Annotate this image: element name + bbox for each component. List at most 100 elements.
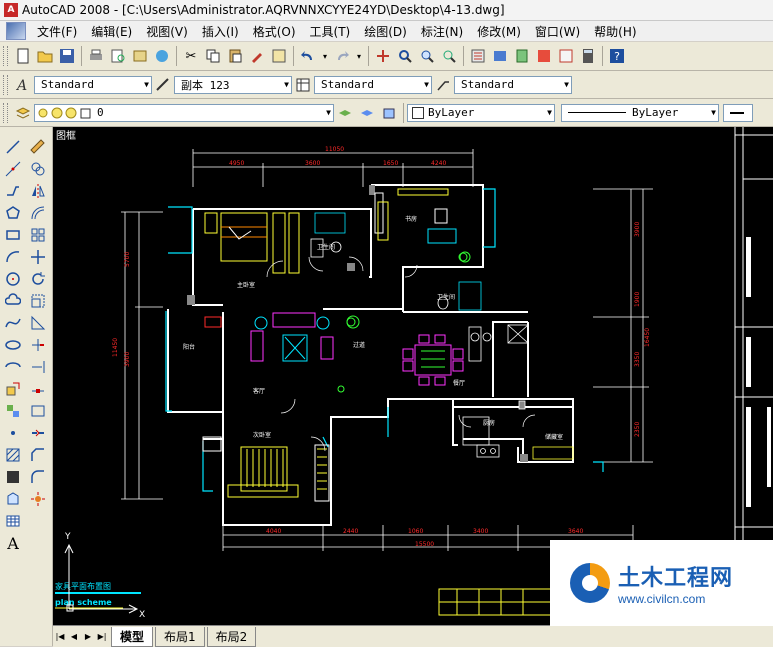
ellipse-arc-icon[interactable]	[2, 357, 24, 377]
menu-dimension[interactable]: 标注(N)	[414, 23, 470, 40]
move-icon[interactable]	[27, 247, 49, 267]
layer-previous-icon[interactable]	[357, 103, 377, 123]
3d-dwf-icon[interactable]	[152, 46, 172, 66]
layer-states-icon[interactable]	[379, 103, 399, 123]
markup-set-manager-icon[interactable]	[556, 46, 576, 66]
layer-select[interactable]: 0 ▼	[34, 103, 334, 122]
table-style-icon[interactable]	[293, 75, 313, 95]
toolbar-grip[interactable]	[3, 46, 8, 66]
document-icon[interactable]	[6, 22, 26, 40]
ellipse-icon[interactable]	[2, 335, 24, 355]
zoom-previous-icon[interactable]	[439, 46, 459, 66]
table-icon[interactable]	[2, 511, 24, 531]
zoom-window-icon[interactable]	[417, 46, 437, 66]
spline-icon[interactable]	[2, 313, 24, 333]
redo-icon[interactable]	[332, 46, 352, 66]
publish-icon[interactable]	[130, 46, 150, 66]
tab-model[interactable]: 模型	[111, 626, 154, 647]
rotate-icon[interactable]	[27, 269, 49, 289]
toolbar-grip[interactable]	[3, 102, 8, 123]
mirror-icon[interactable]	[27, 181, 49, 201]
polyline-icon[interactable]	[2, 181, 24, 201]
tab-layout1[interactable]: 布局1	[155, 626, 205, 647]
undo-icon[interactable]	[298, 46, 318, 66]
print-preview-icon[interactable]	[108, 46, 128, 66]
calculator-icon[interactable]	[578, 46, 598, 66]
chamfer-icon[interactable]	[27, 445, 49, 465]
multileader-style-select[interactable]: Standard ▼	[454, 75, 572, 94]
scale-icon[interactable]	[27, 291, 49, 311]
block-editor-icon[interactable]	[269, 46, 289, 66]
redo-dropdown-icon[interactable]: ▾	[354, 46, 364, 66]
layer-manager-icon[interactable]	[13, 103, 33, 123]
menu-tools[interactable]: 工具(T)	[303, 23, 358, 40]
gradient-icon[interactable]	[2, 467, 24, 487]
menu-edit[interactable]: 编辑(E)	[84, 23, 139, 40]
make-object-layer-current-icon[interactable]	[335, 103, 355, 123]
menu-help[interactable]: 帮助(H)	[587, 23, 643, 40]
dimension-style-icon[interactable]	[153, 75, 173, 95]
menu-insert[interactable]: 插入(I)	[195, 23, 246, 40]
multileader-style-icon[interactable]	[433, 75, 453, 95]
dimension-style-select[interactable]: 副本 123 ▼	[174, 75, 292, 94]
menu-view[interactable]: 视图(V)	[139, 23, 195, 40]
menu-window[interactable]: 窗口(W)	[528, 23, 587, 40]
point-icon[interactable]	[2, 423, 24, 443]
sheet-set-manager-icon[interactable]	[534, 46, 554, 66]
copy-object-icon[interactable]	[27, 159, 49, 179]
print-icon[interactable]	[86, 46, 106, 66]
break-at-point-icon[interactable]	[27, 379, 49, 399]
text-style-select[interactable]: Standard ▼	[34, 75, 152, 94]
menu-draw[interactable]: 绘图(D)	[357, 23, 414, 40]
color-control-select[interactable]: ByLayer ▼	[407, 103, 555, 122]
fillet-icon[interactable]	[27, 467, 49, 487]
copy-icon[interactable]	[203, 46, 223, 66]
menu-format[interactable]: 格式(O)	[246, 23, 303, 40]
cut-icon[interactable]: ✂	[181, 46, 201, 66]
menu-modify[interactable]: 修改(M)	[470, 23, 528, 40]
match-properties-icon[interactable]	[247, 46, 267, 66]
autocad-app-icon[interactable]: A	[4, 3, 18, 17]
rectangle-icon[interactable]	[2, 225, 24, 245]
toolbar-grip[interactable]	[3, 74, 8, 95]
last-tab-icon[interactable]: ▶|	[96, 630, 108, 644]
erase-icon[interactable]	[27, 137, 49, 157]
line-icon[interactable]	[2, 137, 24, 157]
tool-palettes-icon[interactable]	[512, 46, 532, 66]
multiline-text-icon[interactable]: A	[2, 533, 24, 553]
arc-icon[interactable]	[2, 247, 24, 267]
design-center-icon[interactable]	[490, 46, 510, 66]
properties-icon[interactable]	[468, 46, 488, 66]
extend-icon[interactable]	[27, 357, 49, 377]
first-tab-icon[interactable]: |◀	[54, 630, 66, 644]
offset-icon[interactable]	[27, 203, 49, 223]
tab-layout2[interactable]: 布局2	[206, 626, 257, 647]
make-block-icon[interactable]	[2, 401, 24, 421]
help-icon[interactable]: ?	[607, 46, 627, 66]
previous-tab-icon[interactable]: ◀	[68, 630, 80, 644]
undo-dropdown-icon[interactable]: ▾	[320, 46, 330, 66]
break-icon[interactable]	[27, 401, 49, 421]
new-file-icon[interactable]	[13, 46, 33, 66]
explode-icon[interactable]	[27, 489, 49, 509]
paste-icon[interactable]	[225, 46, 245, 66]
open-folder-icon[interactable]	[35, 46, 55, 66]
zoom-realtime-icon[interactable]	[395, 46, 415, 66]
circle-icon[interactable]	[2, 269, 24, 289]
pan-icon[interactable]	[373, 46, 393, 66]
join-icon[interactable]	[27, 423, 49, 443]
array-icon[interactable]	[27, 225, 49, 245]
construction-line-icon[interactable]	[2, 159, 24, 179]
next-tab-icon[interactable]: ▶	[82, 630, 94, 644]
revision-cloud-icon[interactable]	[2, 291, 24, 311]
insert-block-icon[interactable]	[2, 379, 24, 399]
save-icon[interactable]	[57, 46, 77, 66]
menu-file[interactable]: 文件(F)	[30, 23, 84, 40]
polygon-icon[interactable]	[2, 203, 24, 223]
trim-icon[interactable]	[27, 335, 49, 355]
lineweight-control-select[interactable]	[723, 103, 753, 122]
stretch-icon[interactable]	[27, 313, 49, 333]
text-style-icon[interactable]: A	[13, 75, 33, 95]
linetype-control-select[interactable]: ByLayer ▼	[561, 103, 719, 122]
region-icon[interactable]	[2, 489, 24, 509]
